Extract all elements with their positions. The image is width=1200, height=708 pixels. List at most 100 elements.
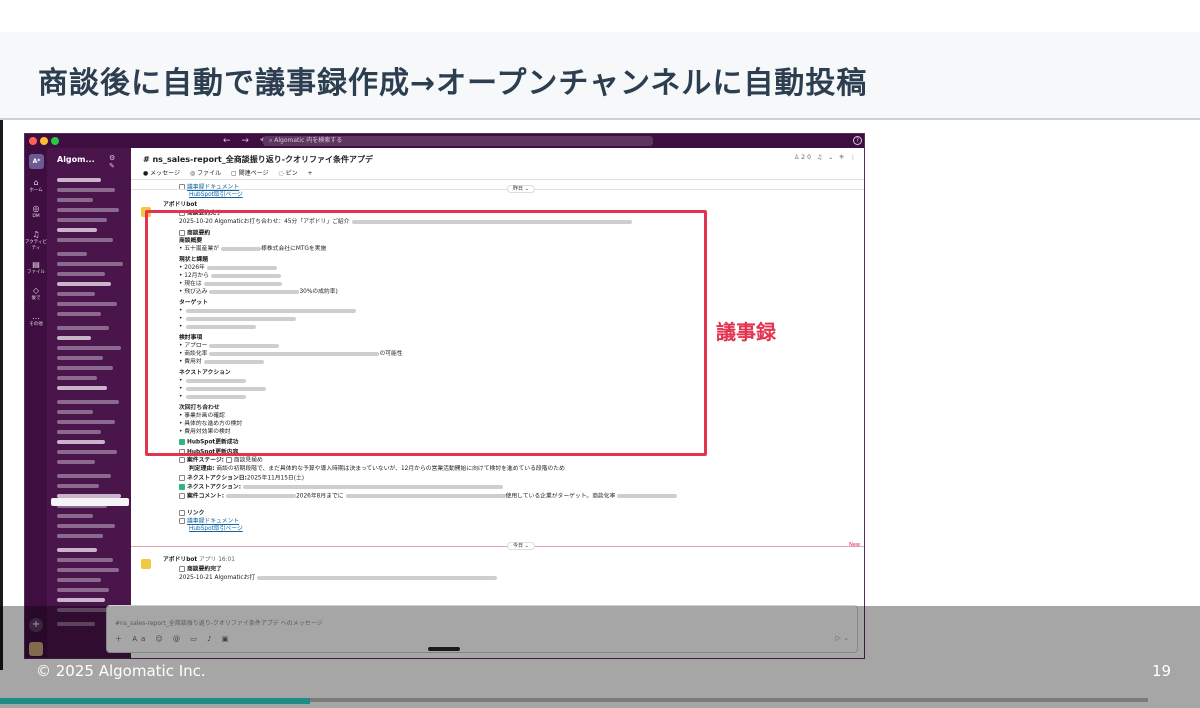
sidebar-item[interactable]	[57, 282, 111, 286]
slide-title: 商談後に自動で議事録作成→オープンチャンネルに自動投稿	[38, 66, 868, 101]
home-icon: ⌂	[33, 178, 39, 187]
sidebar-item[interactable]	[57, 484, 99, 488]
check-icon	[179, 484, 185, 490]
window-titlebar: ← → ⟲ ⌕ Algomatic 内を検索する ?	[25, 134, 864, 148]
tab-messages[interactable]: ● メッセージ	[143, 170, 180, 177]
help-icon[interactable]: ?	[853, 136, 862, 145]
sidebar-item[interactable]	[57, 568, 119, 572]
rail-dm[interactable]: ◎ DM	[25, 204, 47, 220]
stage-value: 商談見極め	[233, 457, 263, 464]
calendar-icon	[179, 475, 185, 481]
sidebar-item[interactable]	[57, 228, 97, 232]
slide-left-border	[0, 32, 3, 670]
date-pill-yesterday[interactable]: 昨日 ⌄	[507, 185, 535, 193]
links-title: リンク	[187, 510, 205, 517]
sidebar-item[interactable]	[57, 272, 105, 276]
sidebar-item[interactable]	[57, 208, 119, 212]
tab-files[interactable]: ◎ ファイル	[190, 170, 221, 177]
sidebar-item[interactable]	[57, 420, 115, 424]
minimize-window-button[interactable]	[40, 137, 48, 145]
today-divider	[131, 546, 864, 547]
sidebar-item[interactable]	[57, 430, 101, 434]
workspace-switcher[interactable]: A*	[29, 154, 44, 169]
sidebar-item[interactable]	[57, 356, 103, 360]
minutes-doc-link[interactable]: 議事録ドキュメント	[187, 519, 239, 525]
sidebar-item[interactable]	[57, 178, 101, 182]
dm-icon: ◎	[32, 204, 40, 213]
rail-files[interactable]: ▤ ファイル	[25, 260, 47, 276]
sidebar-item[interactable]	[57, 548, 97, 552]
rail-home[interactable]: ⌂ ホーム	[25, 178, 47, 194]
sidebar-item[interactable]	[57, 534, 103, 538]
sidebar-item[interactable]	[57, 218, 107, 222]
minutes-highlight-box	[145, 210, 707, 456]
chart-icon	[179, 457, 185, 463]
sidebar-item[interactable]	[57, 450, 117, 454]
sidebar-item[interactable]	[57, 578, 101, 582]
sidebar-item[interactable]	[57, 474, 111, 478]
workspace-search-input[interactable]: ⌕ Algomatic 内を検索する	[263, 136, 653, 146]
memo-icon	[179, 493, 185, 499]
sidebar-item[interactable]	[57, 400, 119, 404]
channel-tabs: ● メッセージ ◎ ファイル ▢ 関連ページ ◌ ピン +	[143, 168, 321, 177]
message-sender[interactable]: アポドリbot	[163, 202, 197, 209]
zoom-window-button[interactable]	[51, 137, 59, 145]
file-icon: ▤	[32, 260, 40, 269]
sidebar-item[interactable]	[57, 346, 121, 350]
tab-related-pages[interactable]: ▢ 関連ページ	[231, 170, 268, 177]
sidebar-item[interactable]	[57, 302, 117, 306]
sidebar-item[interactable]	[57, 312, 101, 316]
sidebar-item[interactable]	[57, 376, 97, 380]
app-badge: アプリ	[198, 557, 217, 563]
date-pill-today[interactable]: 今日 ⌄	[507, 542, 535, 550]
video-controls-overlay	[0, 606, 1200, 708]
sidebar-item[interactable]	[57, 386, 107, 390]
slide-page-number: 19	[1152, 662, 1172, 680]
sidebar-item[interactable]	[57, 198, 93, 202]
close-window-button[interactable]	[29, 137, 37, 145]
sidebar-item[interactable]	[57, 326, 109, 330]
sidebar-item[interactable]	[57, 188, 115, 192]
sidebar-item[interactable]	[57, 262, 123, 266]
sidebar-item[interactable]	[57, 292, 95, 296]
workspace-name[interactable]: Algom...	[57, 155, 95, 164]
add-tab-button[interactable]: +	[308, 170, 313, 177]
minutes-annotation: 議事録	[716, 320, 776, 344]
channel-name[interactable]: # ns_sales-report_全商談振り返り-クオリファイ条件アプデ	[143, 154, 373, 165]
sidebar-item-active-channel[interactable]	[51, 498, 129, 506]
sidebar-item[interactable]	[57, 524, 115, 528]
bot-avatar[interactable]	[141, 559, 151, 569]
sidebar-item[interactable]	[57, 410, 93, 414]
sidebar-item[interactable]	[57, 558, 113, 562]
more-icon: …	[32, 312, 40, 321]
earlier-hubspot-link[interactable]: HubSpot取引ページ	[189, 192, 243, 199]
hubspot-deal-link[interactable]: HubSpot取引ページ	[189, 526, 243, 533]
sidebar-item[interactable]	[57, 514, 93, 518]
sidebar-item[interactable]	[57, 440, 105, 444]
rail-later[interactable]: ◇ 後で	[25, 286, 47, 302]
rail-more[interactable]: … その他	[25, 312, 47, 328]
channel-header: # ns_sales-report_全商談振り返り-クオリファイ条件アプデ ● …	[131, 148, 864, 180]
rail-activity[interactable]: ♫ アクティビティ	[25, 230, 47, 252]
tab-pins[interactable]: ◌ ピン	[278, 170, 297, 177]
channel-sidebar: Algom... ⚙ ✎	[47, 148, 131, 658]
document-icon	[179, 518, 185, 524]
sidebar-item[interactable]	[57, 366, 113, 370]
sidebar-item[interactable]	[57, 336, 91, 340]
sidebar-settings-icons[interactable]: ⚙ ✎	[109, 154, 131, 170]
sidebar-item[interactable]	[57, 460, 95, 464]
video-drag-handle[interactable]	[428, 647, 460, 651]
search-placeholder: Algomatic 内を検索する	[274, 137, 343, 144]
message-sender[interactable]: アポドリbot	[163, 557, 197, 563]
sidebar-item[interactable]	[57, 588, 109, 592]
sidebar-item[interactable]	[57, 252, 87, 256]
bell-icon: ♫	[32, 230, 40, 239]
sidebar-item[interactable]	[57, 598, 105, 602]
message-time[interactable]: 16:01	[218, 557, 235, 563]
member-count: 20	[801, 154, 813, 161]
bookmark-icon: ◇	[32, 286, 40, 295]
reason-value: 商談の初期段階で、まだ具体的な予算や導入時期は決まっていないが、12月からの営業…	[216, 466, 565, 472]
channel-header-actions[interactable]: ♙20 ♫ ⌄ ⁜ ⋮	[794, 154, 858, 161]
sidebar-item[interactable]	[57, 238, 113, 242]
video-progress-fill[interactable]	[0, 698, 310, 704]
